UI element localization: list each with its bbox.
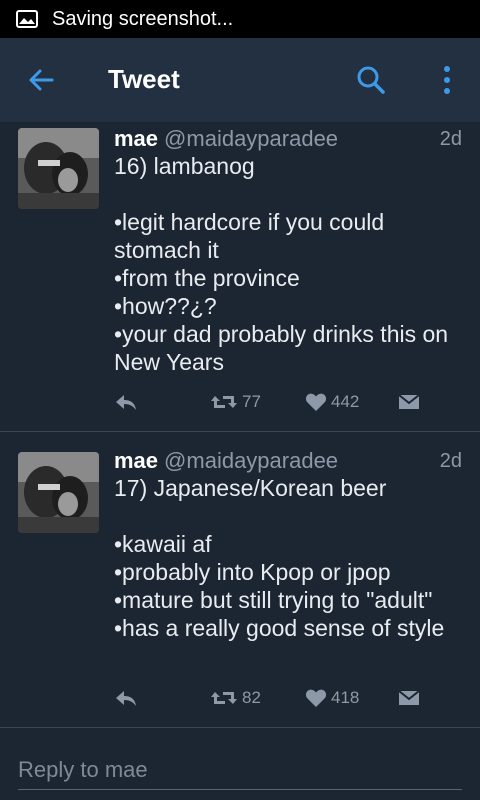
tweet-time: 2d	[439, 450, 462, 472]
tweet-line: •has a really good sense of style	[114, 615, 445, 641]
direct-message-icon	[398, 690, 420, 705]
author-name[interactable]: mae	[114, 126, 158, 151]
tweet-line: •kawaii af	[114, 531, 212, 557]
direct-message-button[interactable]	[398, 392, 420, 412]
avatar[interactable]	[18, 128, 99, 209]
tweet-line: •from the province	[114, 265, 300, 291]
reply-button[interactable]	[114, 392, 138, 412]
status-bar: Saving screenshot...	[0, 0, 480, 38]
tweet-item[interactable]: mae @maidayparadee 2d 17) Japanese/Korean…	[0, 432, 480, 728]
like-button[interactable]: 418	[305, 688, 359, 708]
tweet-line: •legit hardcore if you could stomach it	[114, 209, 385, 263]
tweet-feed: mae @maidayparadee 2d 16) lambanog •legit…	[0, 122, 480, 800]
heart-icon	[305, 689, 327, 707]
reply-input[interactable]	[18, 750, 462, 790]
direct-message-icon	[398, 394, 420, 409]
tweet-item[interactable]: mae @maidayparadee 2d 16) lambanog •legit…	[0, 122, 480, 432]
tweet-header: mae @maidayparadee	[114, 126, 338, 152]
tweet-line: •your dad probably drinks this on New Ye…	[114, 321, 449, 375]
reply-bar	[0, 728, 480, 800]
tweet-line	[114, 180, 464, 208]
reply-button[interactable]	[114, 688, 138, 708]
tweet-time: 2d	[439, 128, 462, 150]
tweet-actions: 82 418	[0, 684, 480, 714]
tweet-line: •mature but still trying to "adult"	[114, 587, 433, 613]
search-icon[interactable]	[355, 64, 387, 96]
page-title: Tweet	[108, 64, 180, 94]
tweet-header: mae @maidayparadee	[114, 448, 338, 474]
retweet-button[interactable]: 77	[210, 392, 261, 412]
retweet-icon	[211, 692, 237, 704]
status-text: Saving screenshot...	[52, 7, 234, 30]
heart-icon	[305, 393, 327, 411]
author-name[interactable]: mae	[114, 448, 158, 473]
gallery-icon	[16, 10, 38, 28]
author-handle[interactable]: @maidayparadee	[164, 448, 338, 473]
retweet-icon	[211, 396, 237, 408]
avatar[interactable]	[18, 452, 99, 533]
reply-icon	[116, 395, 136, 410]
tweet-line: •probably into Kpop or jpop	[114, 559, 391, 585]
tweet-text: 17) Japanese/Korean beer •kawaii af •pro…	[114, 474, 464, 642]
tweet-line	[114, 502, 464, 530]
tweet-text: 16) lambanog •legit hardcore if you coul…	[114, 152, 464, 376]
back-arrow-icon[interactable]	[26, 65, 56, 95]
tweet-actions: 77 442	[0, 388, 480, 418]
tweet-line: 16) lambanog	[114, 153, 255, 179]
retweet-count: 82	[242, 688, 261, 707]
author-handle[interactable]: @maidayparadee	[164, 126, 338, 151]
tweet-line: •how??¿?	[114, 293, 217, 319]
reply-icon	[116, 691, 136, 706]
like-count: 418	[331, 688, 360, 707]
retweet-count: 77	[242, 392, 261, 411]
direct-message-button[interactable]	[398, 688, 420, 708]
app-bar: Tweet	[0, 38, 480, 122]
more-vert-icon[interactable]	[440, 64, 454, 96]
retweet-button[interactable]: 82	[210, 688, 261, 708]
like-count: 442	[331, 392, 360, 411]
like-button[interactable]: 442	[305, 392, 359, 412]
tweet-line: 17) Japanese/Korean beer	[114, 475, 387, 501]
